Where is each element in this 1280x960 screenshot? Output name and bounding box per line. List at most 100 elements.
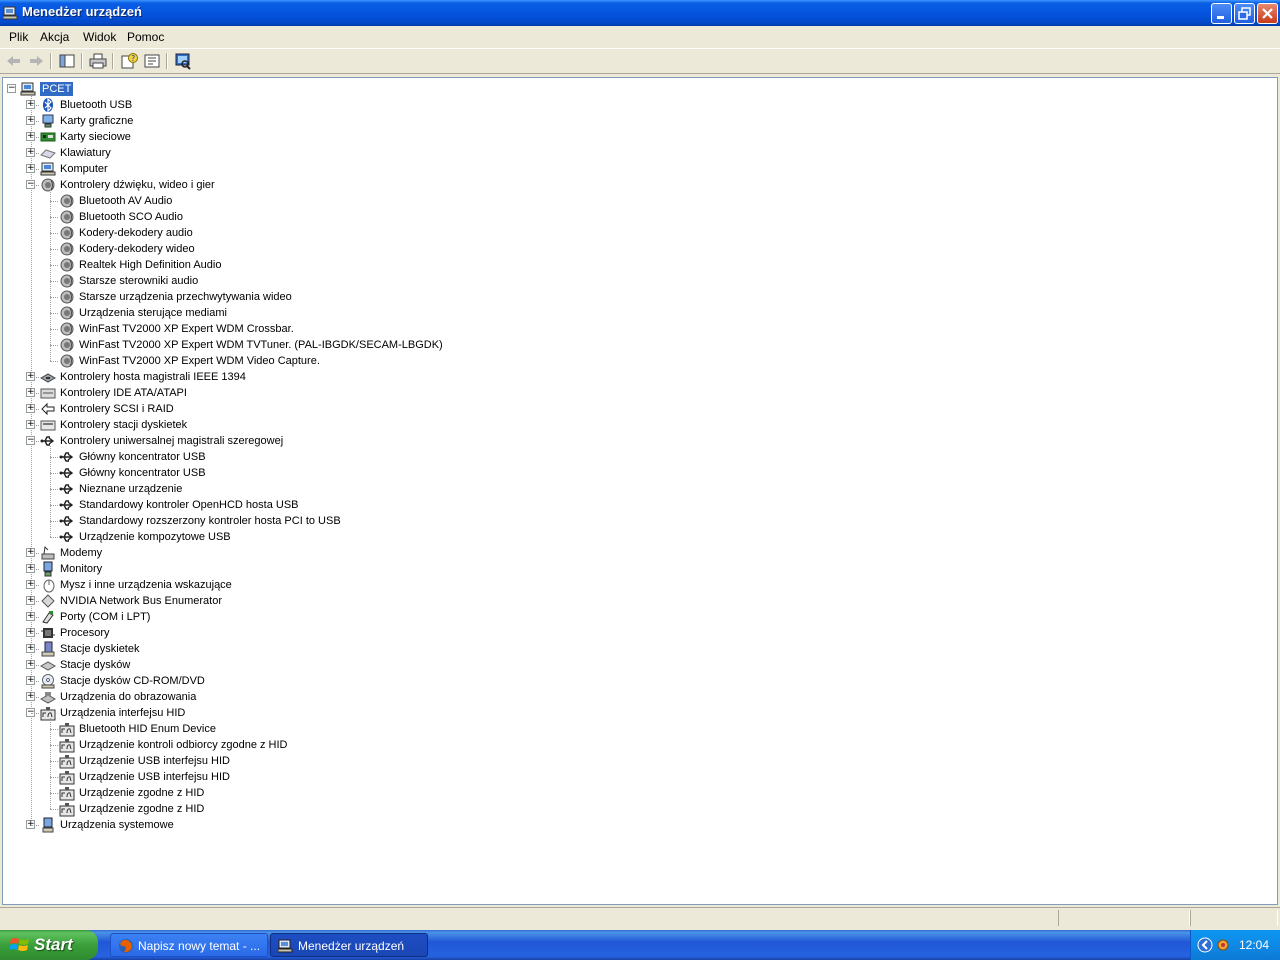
tree-category[interactable]: + Urządzenia systemowe — [3, 817, 1273, 833]
tree-node-label: Kontrolery uniwersalnej magistrali szere… — [60, 435, 284, 447]
tree-connector — [50, 521, 58, 522]
tree-device[interactable]: Urządzenia sterujące mediami — [3, 305, 1273, 321]
tree-node-label: Urządzenie zgodne z HID — [79, 803, 205, 815]
tree-connector — [50, 505, 58, 506]
tree-connector — [50, 473, 58, 474]
tree-category[interactable]: + Modemy — [3, 545, 1273, 561]
ieee1394-icon — [39, 369, 57, 385]
tree-category[interactable]: − Kontrolery dźwięku, wideo i gier — [3, 177, 1273, 193]
sound-icon — [59, 257, 75, 273]
tree-category[interactable]: + Porty (COM i LPT) — [3, 609, 1273, 625]
tree-device[interactable]: Urządzenie USB interfejsu HID — [3, 753, 1273, 769]
taskbar-item-label: Napisz nowy temat - ... — [138, 939, 261, 953]
tree-category[interactable]: + Karty graficzne — [3, 113, 1273, 129]
show-hidden-icons-icon[interactable] — [1197, 937, 1213, 953]
tree-device[interactable]: Kodery-dekodery wideo — [3, 241, 1273, 257]
tree-category[interactable]: + Mysz i inne urządzenia wskazujące — [3, 577, 1273, 593]
status-bar — [0, 907, 1280, 929]
sound-icon — [59, 209, 75, 225]
keyboard-icon — [40, 145, 56, 161]
tree-device[interactable]: Standardowy kontroler OpenHCD hosta USB — [3, 497, 1273, 513]
menu-pomoc[interactable]: Pomoc — [127, 30, 164, 44]
tree-connector — [50, 265, 58, 266]
tree-category[interactable]: + Komputer — [3, 161, 1273, 177]
sound-icon — [59, 241, 75, 257]
title-bar[interactable]: Menedżer urządzeń — [0, 0, 1280, 26]
taskbar-item-device-manager[interactable]: Menedżer urządzeń — [270, 933, 428, 957]
tree-device[interactable]: Realtek High Definition Audio — [3, 257, 1273, 273]
tree-device[interactable]: Urządzenie kompozytowe USB — [3, 529, 1273, 545]
tree-node-label: WinFast TV2000 XP Expert WDM Crossbar. — [79, 323, 294, 335]
properties-help-icon[interactable]: ? — [119, 52, 139, 70]
tree-node-label: Stacje dyskietek — [60, 643, 140, 655]
tree-node-label: Kontrolery SCSI i RAID — [60, 403, 174, 415]
tree-connector — [50, 489, 58, 490]
tree-category[interactable]: − Urządzenia interfejsu HID — [3, 705, 1273, 721]
menu-plik[interactable]: Plik — [9, 30, 28, 44]
tree-device[interactable]: Główny koncentrator USB — [3, 449, 1273, 465]
tree-category[interactable]: + NVIDIA Network Bus Enumerator — [3, 593, 1273, 609]
tree-category[interactable]: + Kontrolery IDE ATA/ATAPI — [3, 385, 1273, 401]
back-arrow-icon[interactable] — [4, 52, 24, 70]
properties-icon[interactable] — [142, 52, 162, 70]
tree-device[interactable]: Standardowy rozszerzony kontroler hosta … — [3, 513, 1273, 529]
tree-category[interactable]: + Karty sieciowe — [3, 129, 1273, 145]
tree-connector — [50, 190, 51, 361]
minimize-button[interactable] — [1211, 3, 1232, 24]
menu-akcja[interactable]: Akcja — [40, 30, 69, 44]
tree-device[interactable]: WinFast TV2000 XP Expert WDM TVTuner. (P… — [3, 337, 1273, 353]
collapse-toggle[interactable]: − — [7, 84, 16, 93]
tree-category[interactable]: + Monitory — [3, 561, 1273, 577]
tree-connector — [31, 665, 39, 666]
tree-device[interactable]: Starsze urządzenia przechwytywania wideo — [3, 289, 1273, 305]
tree-node-label: Standardowy kontroler OpenHCD hosta USB — [79, 499, 299, 511]
tree-device[interactable]: Bluetooth HID Enum Device — [3, 721, 1273, 737]
tree-connector — [50, 537, 58, 538]
tree-node-label: Kontrolery IDE ATA/ATAPI — [60, 387, 187, 399]
tree-device[interactable]: Urządzenie zgodne z HID — [3, 801, 1273, 817]
tree-category[interactable]: + Stacje dyskietek — [3, 641, 1273, 657]
tree-category[interactable]: + Kontrolery stacji dyskietek — [3, 417, 1273, 433]
menu-widok[interactable]: Widok — [83, 30, 116, 44]
tree-category[interactable]: + Kontrolery hosta magistrali IEEE 1394 — [3, 369, 1273, 385]
tree-device[interactable]: WinFast TV2000 XP Expert WDM Video Captu… — [3, 353, 1273, 369]
tree-device[interactable]: Nieznane urządzenie — [3, 481, 1273, 497]
scan-hardware-icon[interactable] — [173, 52, 193, 70]
tree-node-label: Urządzenia do obrazowania — [60, 691, 197, 703]
tree-category[interactable]: + Stacje dysków — [3, 657, 1273, 673]
tree-node-label: Komputer — [60, 163, 108, 175]
network-bus-icon — [40, 593, 56, 609]
start-button[interactable]: Start — [0, 930, 98, 960]
tree-device[interactable]: Bluetooth AV Audio — [3, 193, 1273, 209]
forward-arrow-icon[interactable] — [26, 52, 46, 70]
tree-category[interactable]: − Kontrolery uniwersalnej magistrali szer… — [3, 433, 1273, 449]
restore-button[interactable] — [1234, 3, 1255, 24]
tree-device[interactable]: Główny koncentrator USB — [3, 465, 1273, 481]
disk-drive-icon — [39, 657, 57, 673]
tree-category[interactable]: + Bluetooth USB — [3, 97, 1273, 113]
print-icon[interactable] — [88, 52, 108, 70]
close-button[interactable] — [1257, 3, 1278, 24]
tree-root-node[interactable]: − PCET — [3, 81, 1273, 97]
start-label: Start — [34, 935, 73, 954]
tree-connector — [50, 745, 58, 746]
taskbar-item-firefox[interactable]: Napisz nowy temat - ... — [110, 933, 268, 957]
tree-device[interactable]: Urządzenie kontroli odbiorcy zgodne z HI… — [3, 737, 1273, 753]
device-tree[interactable]: − PCET + Bluetooth USB + Karty graficzne + Kart… — [2, 77, 1278, 905]
tree-device[interactable]: Bluetooth SCO Audio — [3, 209, 1273, 225]
tree-device[interactable]: Urządzenie USB interfejsu HID — [3, 769, 1273, 785]
show-hide-tree-icon[interactable] — [57, 52, 77, 70]
tree-category[interactable]: + Stacje dysków CD-ROM/DVD — [3, 673, 1273, 689]
tree-device[interactable]: Starsze sterowniki audio — [3, 273, 1273, 289]
tree-device[interactable]: WinFast TV2000 XP Expert WDM Crossbar. — [3, 321, 1273, 337]
clock: 12:04 — [1239, 938, 1270, 952]
tree-connector — [50, 233, 58, 234]
tree-category[interactable]: + Klawiatury — [3, 145, 1273, 161]
tree-connector — [50, 457, 58, 458]
tree-device[interactable]: Kodery-dekodery audio — [3, 225, 1273, 241]
tree-category[interactable]: + Kontrolery SCSI i RAID — [3, 401, 1273, 417]
security-alert-icon[interactable] — [1215, 937, 1231, 953]
tree-category[interactable]: + Urządzenia do obrazowania — [3, 689, 1273, 705]
tree-category[interactable]: + Procesory — [3, 625, 1273, 641]
tree-device[interactable]: Urządzenie zgodne z HID — [3, 785, 1273, 801]
